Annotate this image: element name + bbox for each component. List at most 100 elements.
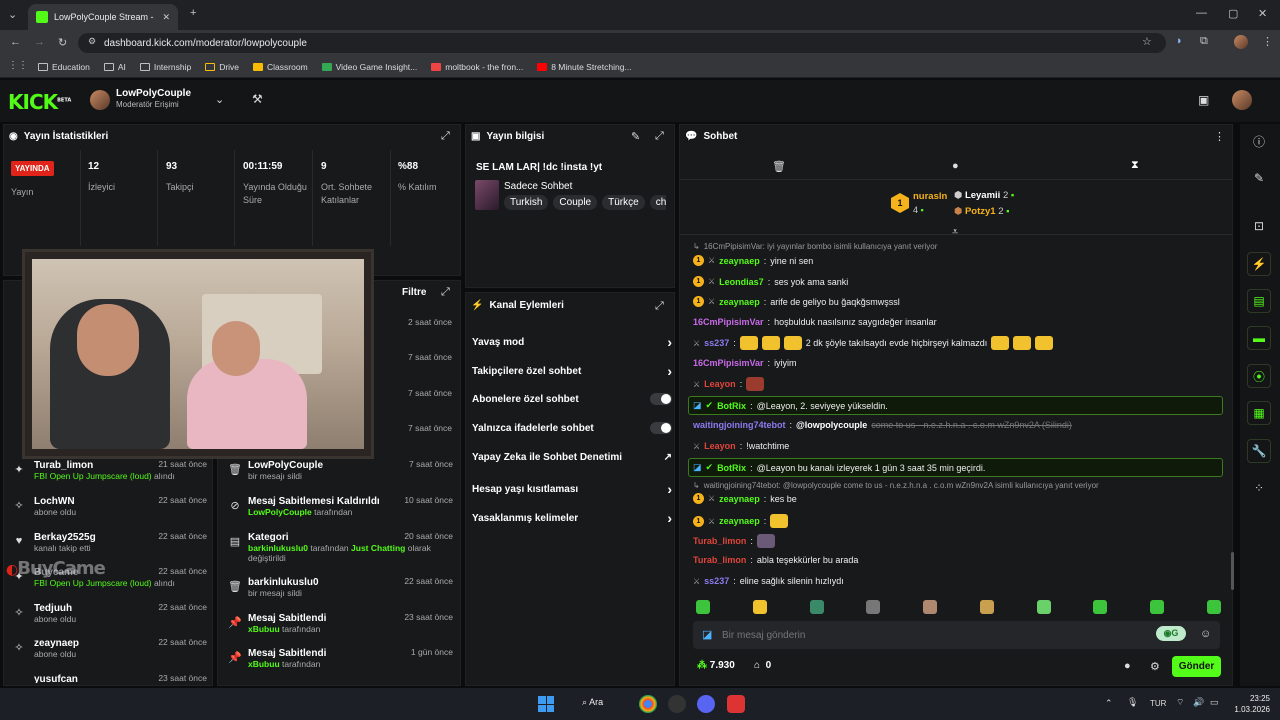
battery-icon[interactable]: ▭ [1210, 697, 1219, 708]
browser-tab[interactable]: LowPolyCouple Stream - Kick D ✕ [28, 4, 178, 30]
chat-username[interactable]: Leayon [704, 379, 736, 389]
kick-logo[interactable]: KICKBETA [8, 90, 71, 114]
followers-only-action[interactable]: Takipçilere özel sohbet › [472, 363, 672, 379]
chat-scrollbar[interactable] [1231, 552, 1234, 590]
bookmark-internship[interactable]: Internship [139, 62, 191, 72]
ai-moderation-action[interactable]: Yapay Zeka ile Sohbet Denetimi ↗ [472, 452, 672, 463]
chat-username[interactable]: Turab_limon [693, 536, 746, 546]
browser-menu-icon[interactable]: ⋮ [1262, 35, 1273, 48]
emote-icon[interactable] [1206, 600, 1221, 614]
chat-username[interactable]: BotRix [717, 401, 746, 411]
apps-icon[interactable]: ⁘ [1247, 476, 1271, 500]
filter-button[interactable]: Filtre [402, 287, 426, 298]
chat-username[interactable]: zeaynaep [719, 494, 760, 504]
bookmark-drive[interactable]: Drive [205, 62, 239, 72]
wrench-icon[interactable]: 🔧 [1247, 439, 1271, 463]
chat-username[interactable]: 16CmPipisimVar [693, 358, 764, 368]
maximize-icon[interactable]: ▢ [1228, 7, 1238, 20]
emoji-picker-icon[interactable]: ☺ [1200, 628, 1211, 640]
emote-icon[interactable] [923, 600, 938, 614]
bookmark-stretching[interactable]: 8 Minute Stretching... [537, 62, 632, 72]
minimize-icon[interactable]: — [1196, 7, 1207, 19]
expand-icon[interactable]: ⤢ [441, 130, 450, 143]
tag[interactable]: Couple [553, 195, 598, 210]
screenshot-icon[interactable]: ⊡ [1247, 214, 1271, 238]
subscribers-only-action[interactable]: Abonelere özel sohbet [472, 393, 672, 405]
emote-icon[interactable] [1150, 600, 1165, 614]
extension-icon[interactable]: ◗ [1176, 35, 1183, 47]
banned-words-action[interactable]: Yasaklanmış kelimeler › [472, 510, 672, 526]
collapse-icon[interactable]: ⩡ [952, 226, 958, 239]
shop-count[interactable]: ⌂ 0 [754, 660, 771, 671]
chat-input[interactable] [722, 626, 1142, 644]
network-icon[interactable]: ⌔ [1176, 697, 1184, 708]
app-icon[interactable] [727, 695, 745, 713]
document-icon[interactable]: ▤ [1247, 289, 1271, 313]
bookmark-ai[interactable]: AI [103, 62, 126, 72]
tag[interactable]: Türkçe [602, 195, 645, 210]
chat-username[interactable]: ss237 [704, 576, 729, 586]
emote-icon[interactable] [809, 600, 824, 614]
chat-username[interactable]: 16CmPipisimVar [693, 317, 764, 327]
tray-chevron-icon[interactable]: ⌃ [1105, 698, 1113, 709]
volume-icon[interactable]: 🔊 [1193, 697, 1204, 708]
user-avatar[interactable] [1232, 90, 1252, 110]
chat-menu-icon[interactable]: ⋮ [1214, 130, 1225, 143]
chat-username[interactable]: zeaynaep [719, 256, 760, 266]
discord-icon[interactable] [697, 695, 715, 713]
forward-icon[interactable]: → [34, 36, 45, 48]
tag[interactable]: chil [649, 195, 666, 210]
emote-icon[interactable] [696, 600, 710, 614]
emote-icon[interactable] [866, 600, 881, 614]
chevron-down-icon[interactable]: ⌄ [215, 93, 224, 106]
channel-switcher[interactable]: LowPolyCouple Moderatör Erişimi [116, 88, 191, 109]
chat-username[interactable]: zeaynaep [719, 297, 760, 307]
language-indicator[interactable]: TUR [1150, 699, 1166, 708]
chat-users-icon[interactable]: ● [1124, 660, 1131, 672]
extensions-puzzle-icon[interactable]: ⧉ [1200, 35, 1208, 48]
info-icon[interactable]: ⓘ [1247, 129, 1271, 153]
chat-username[interactable]: Turab_limon [693, 555, 746, 565]
channel-points[interactable]: ⁂ 7.930 [697, 660, 735, 671]
hourglass-icon[interactable]: ⧗ [1131, 159, 1139, 172]
start-icon[interactable] [538, 696, 554, 712]
emote-only-toggle[interactable] [650, 422, 672, 434]
tab-list-icon[interactable]: ⌄ [8, 8, 17, 21]
chat-username[interactable]: zeaynaep [719, 516, 760, 526]
apps-grid-icon[interactable]: ⋮⋮ [8, 60, 28, 71]
dashboard-icon[interactable]: ▣ [1198, 93, 1209, 107]
expand-icon[interactable]: ⤢ [655, 300, 664, 313]
search-button[interactable]: ⌕ Ara [582, 697, 603, 708]
emote-toggle-icon[interactable]: ◉G [1156, 626, 1186, 641]
chat-icon[interactable]: ▬ [1247, 326, 1271, 350]
profile-avatar[interactable] [1234, 35, 1248, 49]
site-info-icon[interactable]: ⚙ [88, 36, 96, 47]
emote-icon[interactable] [1093, 600, 1108, 614]
edit-pencil-icon[interactable]: ✎ [631, 130, 640, 143]
chat-username[interactable]: Leondias7 [719, 277, 764, 287]
account-age-action[interactable]: Hesap yaşı kısıtlaması › [472, 481, 672, 497]
bookmark-education[interactable]: Education [38, 62, 90, 72]
clock[interactable]: 23:25 1.03.2026 [1228, 693, 1270, 715]
new-tab-icon[interactable]: + [190, 7, 196, 19]
expand-icon[interactable]: ⤢ [441, 286, 450, 299]
reload-icon[interactable]: ↻ [58, 36, 67, 49]
send-button[interactable]: Gönder [1172, 656, 1221, 677]
chat-username[interactable]: waitingjoining74tebot [693, 420, 786, 430]
obs-icon[interactable] [668, 695, 686, 713]
emote-only-action[interactable]: Yalnızca ifadelerle sohbet [472, 422, 672, 434]
trash-icon[interactable]: 🗑 [772, 160, 786, 173]
subscribers-only-toggle[interactable] [650, 393, 672, 405]
chat-username[interactable]: Leayon [704, 441, 736, 451]
emote-icon[interactable] [752, 600, 767, 614]
emote-icon[interactable] [1036, 600, 1051, 614]
bookmark-classroom[interactable]: Classroom [253, 62, 308, 72]
chat-bubble-icon[interactable]: ● [952, 160, 959, 172]
back-icon[interactable]: ← [10, 36, 21, 48]
microphone-icon[interactable]: 🎙 [1127, 697, 1138, 708]
expand-icon[interactable]: ⤢ [655, 130, 664, 143]
chrome-icon[interactable] [639, 695, 657, 713]
slow-mode-action[interactable]: Yavaş mod › [472, 334, 672, 350]
chat-username[interactable]: ss237 [704, 338, 729, 348]
chat-username[interactable]: BotRix [717, 463, 746, 473]
